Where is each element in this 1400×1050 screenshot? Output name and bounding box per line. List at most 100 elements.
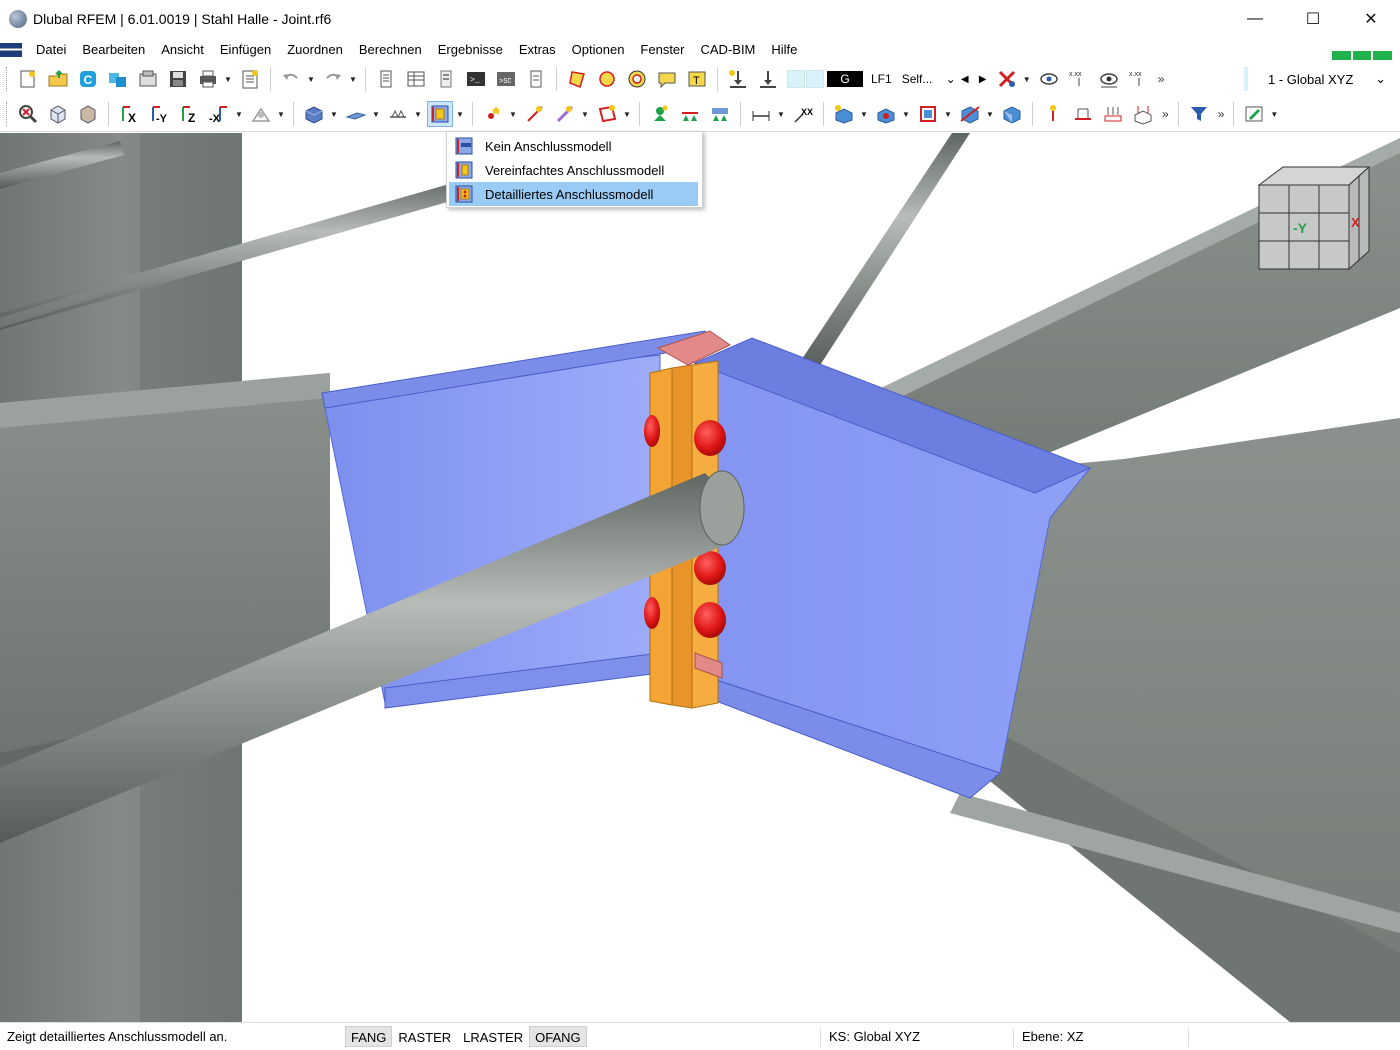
- view-x-button[interactable]: X: [116, 101, 142, 127]
- comment-tool-button[interactable]: [654, 66, 680, 92]
- text-tool-button[interactable]: T: [684, 66, 710, 92]
- menu-datei[interactable]: Datei: [28, 39, 74, 61]
- new-node-button[interactable]: [480, 101, 506, 127]
- view-box-button[interactable]: [75, 101, 101, 127]
- toggle-lraster[interactable]: LRASTER: [457, 1026, 529, 1047]
- menu-item-simplified-joint-model[interactable]: Vereinfachtes Anschlussmodell: [449, 158, 698, 182]
- surface-display-button[interactable]: [343, 101, 369, 127]
- toolbar-grip[interactable]: [6, 67, 9, 91]
- menu-fenster[interactable]: Fenster: [632, 39, 692, 61]
- minimize-button[interactable]: —: [1226, 0, 1284, 38]
- load-arrow-button[interactable]: [755, 66, 781, 92]
- toggle-ofang[interactable]: OFANG: [529, 1026, 587, 1047]
- menu-item-no-joint-model[interactable]: Kein Anschlussmodell: [449, 134, 698, 158]
- printout-report-button[interactable]: [237, 66, 263, 92]
- toggle-raster[interactable]: RASTER: [392, 1026, 457, 1047]
- support-display-dropdown-arrow[interactable]: ▼: [413, 101, 423, 127]
- navigator-button[interactable]: [373, 66, 399, 92]
- properties-button[interactable]: [433, 66, 459, 92]
- menu-ergebnisse[interactable]: Ergebnisse: [430, 39, 511, 61]
- next-load-case-button[interactable]: ▶: [974, 74, 992, 85]
- support-display-button[interactable]: [385, 101, 411, 127]
- undo-button[interactable]: [278, 66, 304, 92]
- view-neg-y-button[interactable]: -Y: [146, 101, 172, 127]
- zoom-all-button[interactable]: [15, 101, 41, 127]
- section-dropdown-arrow[interactable]: ▼: [943, 101, 953, 127]
- previous-load-case-button[interactable]: ◀: [956, 74, 974, 85]
- iso-view-button[interactable]: [45, 101, 71, 127]
- menu-bearbeiten[interactable]: Bearbeiten: [74, 39, 153, 61]
- load-case-selector[interactable]: G LF1 Self... ⌄: [787, 69, 956, 89]
- redo-button[interactable]: [320, 66, 346, 92]
- view-dropdown-arrow[interactable]: ▼: [234, 101, 244, 127]
- values-display-button-2[interactable]: x.xx: [1126, 66, 1152, 92]
- rotate-tool-button[interactable]: [594, 66, 620, 92]
- coordinate-system-select[interactable]: 1 - Global XYZ ⌄: [1244, 67, 1394, 91]
- new-line-button[interactable]: [522, 101, 548, 127]
- line-support-button[interactable]: [677, 101, 703, 127]
- new-opening-dropdown-arrow[interactable]: ▼: [901, 101, 911, 127]
- script-button[interactable]: >SC: [493, 66, 519, 92]
- new-member-button[interactable]: [552, 101, 578, 127]
- webservice-button[interactable]: [105, 66, 131, 92]
- model-scene[interactable]: [0, 133, 1400, 1022]
- menu-item-detailed-joint-model[interactable]: Detailliertes Anschlussmodell: [449, 182, 698, 206]
- target-tool-button[interactable]: [624, 66, 650, 92]
- surface-display-dropdown-arrow[interactable]: ▼: [371, 101, 381, 127]
- new-node-dropdown-arrow[interactable]: ▼: [508, 101, 518, 127]
- solid-load-button[interactable]: [1130, 101, 1156, 127]
- load-cases-button[interactable]: [725, 66, 751, 92]
- menu-optionen[interactable]: Optionen: [564, 39, 633, 61]
- bracing-rod[interactable]: [798, 133, 970, 373]
- member-load-button[interactable]: [1070, 101, 1096, 127]
- dimension-button[interactable]: [748, 101, 774, 127]
- clipping-plane-dropdown-arrow[interactable]: ▼: [985, 101, 995, 127]
- visibility-button[interactable]: [1096, 66, 1122, 92]
- menu-extras[interactable]: Extras: [511, 39, 564, 61]
- new-model-button[interactable]: [15, 66, 41, 92]
- tables-button[interactable]: [403, 66, 429, 92]
- new-solid-button[interactable]: [831, 101, 857, 127]
- result-values-button[interactable]: [1036, 66, 1062, 92]
- view-cube[interactable]: -Y X: [1255, 163, 1373, 271]
- surface-support-button[interactable]: [707, 101, 733, 127]
- undo-dropdown-arrow[interactable]: ▼: [306, 66, 316, 92]
- perspective-button[interactable]: [248, 101, 274, 127]
- model-gallery-button[interactable]: [135, 66, 161, 92]
- toolbar-overflow-button-2[interactable]: »: [1214, 107, 1229, 121]
- open-folder-button[interactable]: [45, 66, 71, 92]
- coordinate-dimension-button[interactable]: XX: [790, 101, 816, 127]
- dimension-dropdown-arrow[interactable]: ▼: [776, 101, 786, 127]
- view-z-button[interactable]: Z: [176, 101, 202, 127]
- menu-cad-bim[interactable]: CAD-BIM: [693, 39, 764, 61]
- values-display-button[interactable]: x.xx: [1066, 66, 1092, 92]
- load-case-type-dropdown[interactable]: Self... ⌄: [902, 72, 956, 86]
- dlubal-logo-icon[interactable]: [0, 43, 22, 57]
- new-member-dropdown-arrow[interactable]: ▼: [580, 101, 590, 127]
- bolt[interactable]: [644, 415, 660, 447]
- toolbar-grip[interactable]: [6, 102, 9, 126]
- bolt[interactable]: [694, 551, 726, 585]
- save-button[interactable]: [165, 66, 191, 92]
- delete-results-dropdown-arrow[interactable]: ▼: [1022, 66, 1032, 92]
- joint-model-button[interactable]: [427, 101, 453, 127]
- print-dropdown-arrow[interactable]: ▼: [223, 66, 233, 92]
- view-neg-x-button[interactable]: -X: [206, 101, 232, 127]
- status-coordinate-system[interactable]: KS: Global XYZ: [820, 1029, 920, 1047]
- menu-zuordnen[interactable]: Zuordnen: [279, 39, 351, 61]
- menu-ansicht[interactable]: Ansicht: [153, 39, 212, 61]
- toggle-fang[interactable]: FANG: [345, 1026, 393, 1047]
- console-button[interactable]: >_: [463, 66, 489, 92]
- edit-view-button[interactable]: [1241, 101, 1267, 127]
- new-support-button[interactable]: [647, 101, 673, 127]
- notes-button[interactable]: [523, 66, 549, 92]
- close-button[interactable]: ✕: [1342, 0, 1400, 38]
- filter-button[interactable]: [1186, 101, 1212, 127]
- dlubal-center-button[interactable]: C: [75, 66, 101, 92]
- toolbar-overflow-button[interactable]: »: [1154, 72, 1169, 86]
- new-surface-button[interactable]: [594, 101, 620, 127]
- perspective-dropdown-arrow[interactable]: ▼: [276, 101, 286, 127]
- surface-tool-button[interactable]: [564, 66, 590, 92]
- delete-results-button[interactable]: [994, 66, 1020, 92]
- model-viewport[interactable]: -Y X: [0, 133, 1400, 1022]
